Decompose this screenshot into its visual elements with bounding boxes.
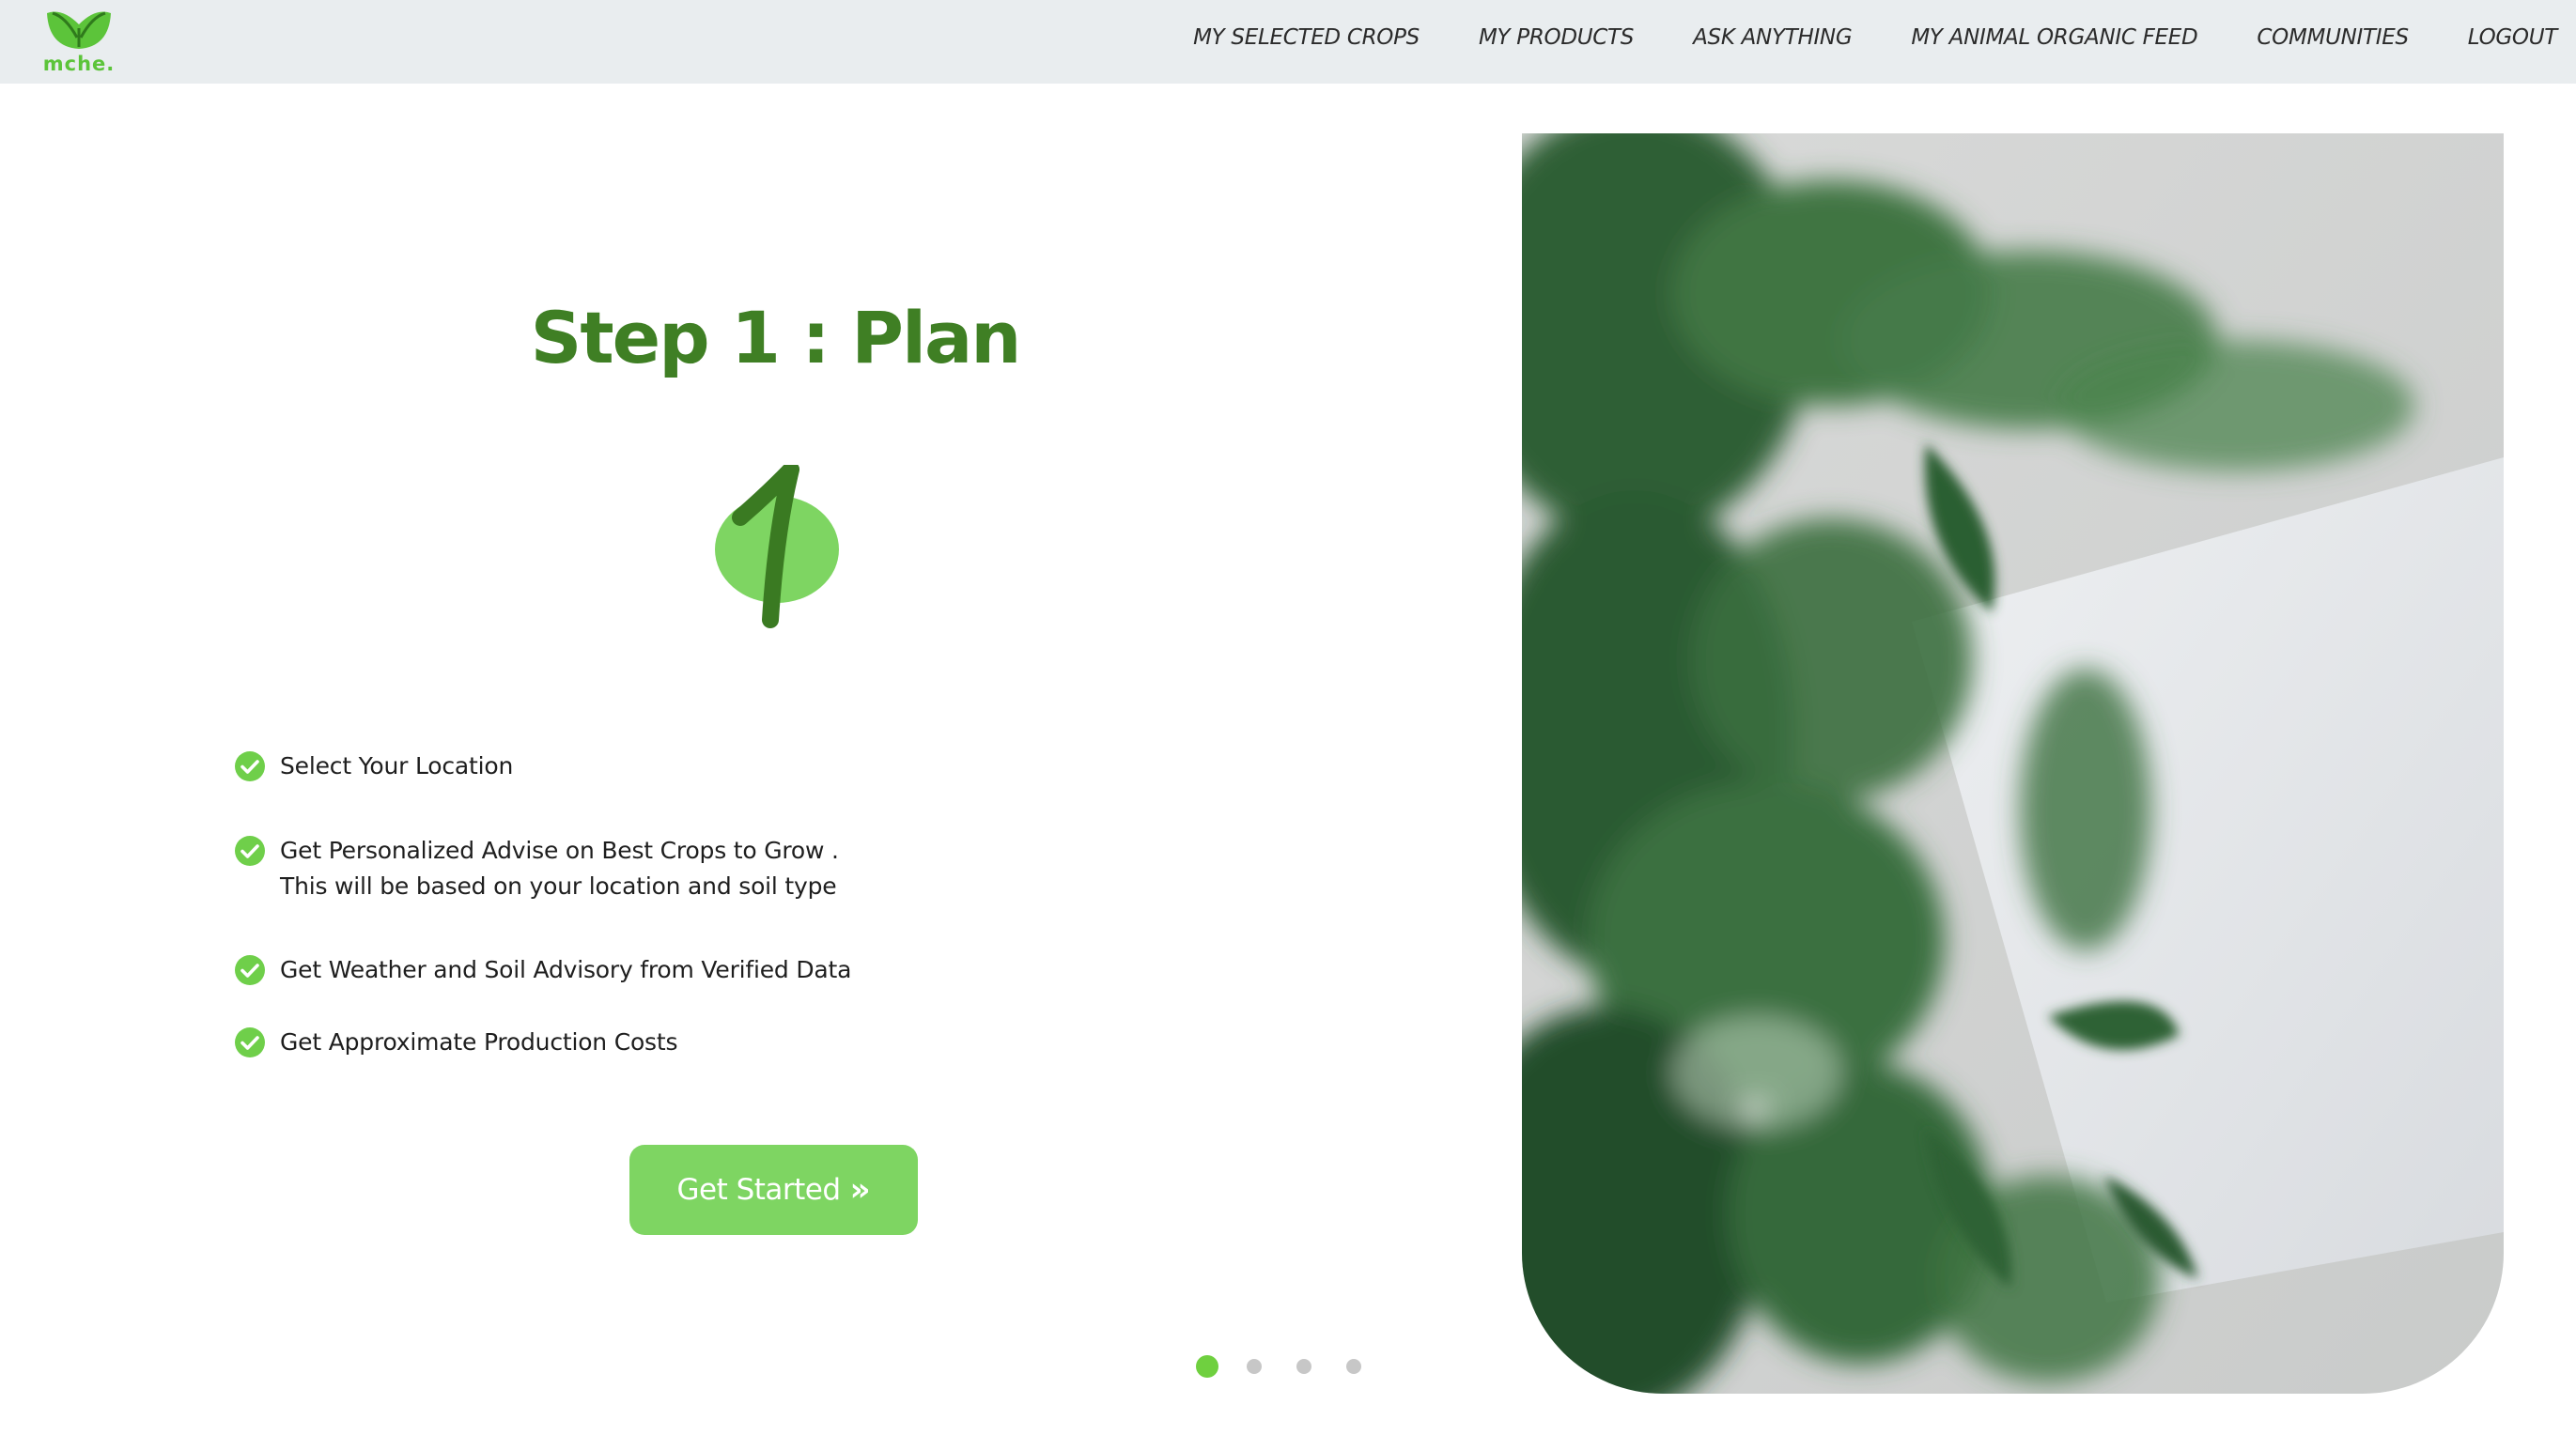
nav-my-animal-organic-feed[interactable]: MY ANIMAL ORGANIC FEED [1911, 25, 2197, 50]
check-circle-icon [235, 955, 265, 985]
checklist-item-text: Get Approximate Production Costs [280, 1028, 678, 1056]
carousel-dot-3[interactable] [1296, 1359, 1311, 1374]
nav-communities[interactable]: COMMUNITIES [2257, 25, 2409, 50]
check-circle-icon [235, 751, 265, 781]
leaf-cup-logo-icon [47, 11, 111, 49]
double-chevron-right-icon: » [849, 1171, 871, 1209]
carousel-dot-4[interactable] [1346, 1359, 1361, 1374]
nav-my-selected-crops[interactable]: MY SELECTED CROPS [1193, 25, 1420, 50]
hero-image [1522, 133, 2504, 1394]
step-number-badge: 1 [714, 461, 841, 629]
main-nav: MY SELECTED CROPS MY PRODUCTS ASK ANYTHI… [1193, 0, 2576, 75]
carousel-dot-2[interactable] [1247, 1359, 1262, 1374]
nav-logout[interactable]: LOGOUT [2468, 25, 2558, 50]
checklist-item-text: Get Personalized Advise on Best Crops to… [280, 837, 839, 864]
checklist-item-text: Get Weather and Soil Advisory from Verif… [280, 956, 852, 983]
get-started-button[interactable]: Get Started » [629, 1145, 918, 1235]
step-number-text: 1 [714, 465, 715, 466]
check-circle-icon [235, 1027, 265, 1057]
check-circle-icon [235, 836, 265, 866]
checklist-item: Get Approximate Production Costs [233, 1025, 678, 1060]
checklist-item-subtext: This will be based on your location and … [280, 872, 837, 900]
checklist-item-text: Select Your Location [280, 752, 514, 779]
brand-name: mche. [42, 53, 116, 75]
carousel-dot-1[interactable] [1196, 1355, 1218, 1378]
checklist-item: Select Your Location [233, 748, 513, 784]
brand-logo[interactable]: mche. [39, 0, 118, 79]
checklist-item: Get Weather and Soil Advisory from Verif… [233, 952, 851, 988]
carousel-indicators [1196, 1355, 1396, 1378]
checklist-item: Get Personalized Advise on Best Crops to… [233, 833, 839, 904]
nav-ask-anything[interactable]: ASK ANYTHING [1693, 25, 1853, 50]
nav-my-products[interactable]: MY PRODUCTS [1479, 25, 1634, 50]
get-started-label: Get Started [676, 1173, 841, 1207]
step-title: Step 1 : Plan [530, 296, 1022, 379]
top-navbar: mche. MY SELECTED CROPS MY PRODUCTS ASK … [0, 0, 2576, 84]
